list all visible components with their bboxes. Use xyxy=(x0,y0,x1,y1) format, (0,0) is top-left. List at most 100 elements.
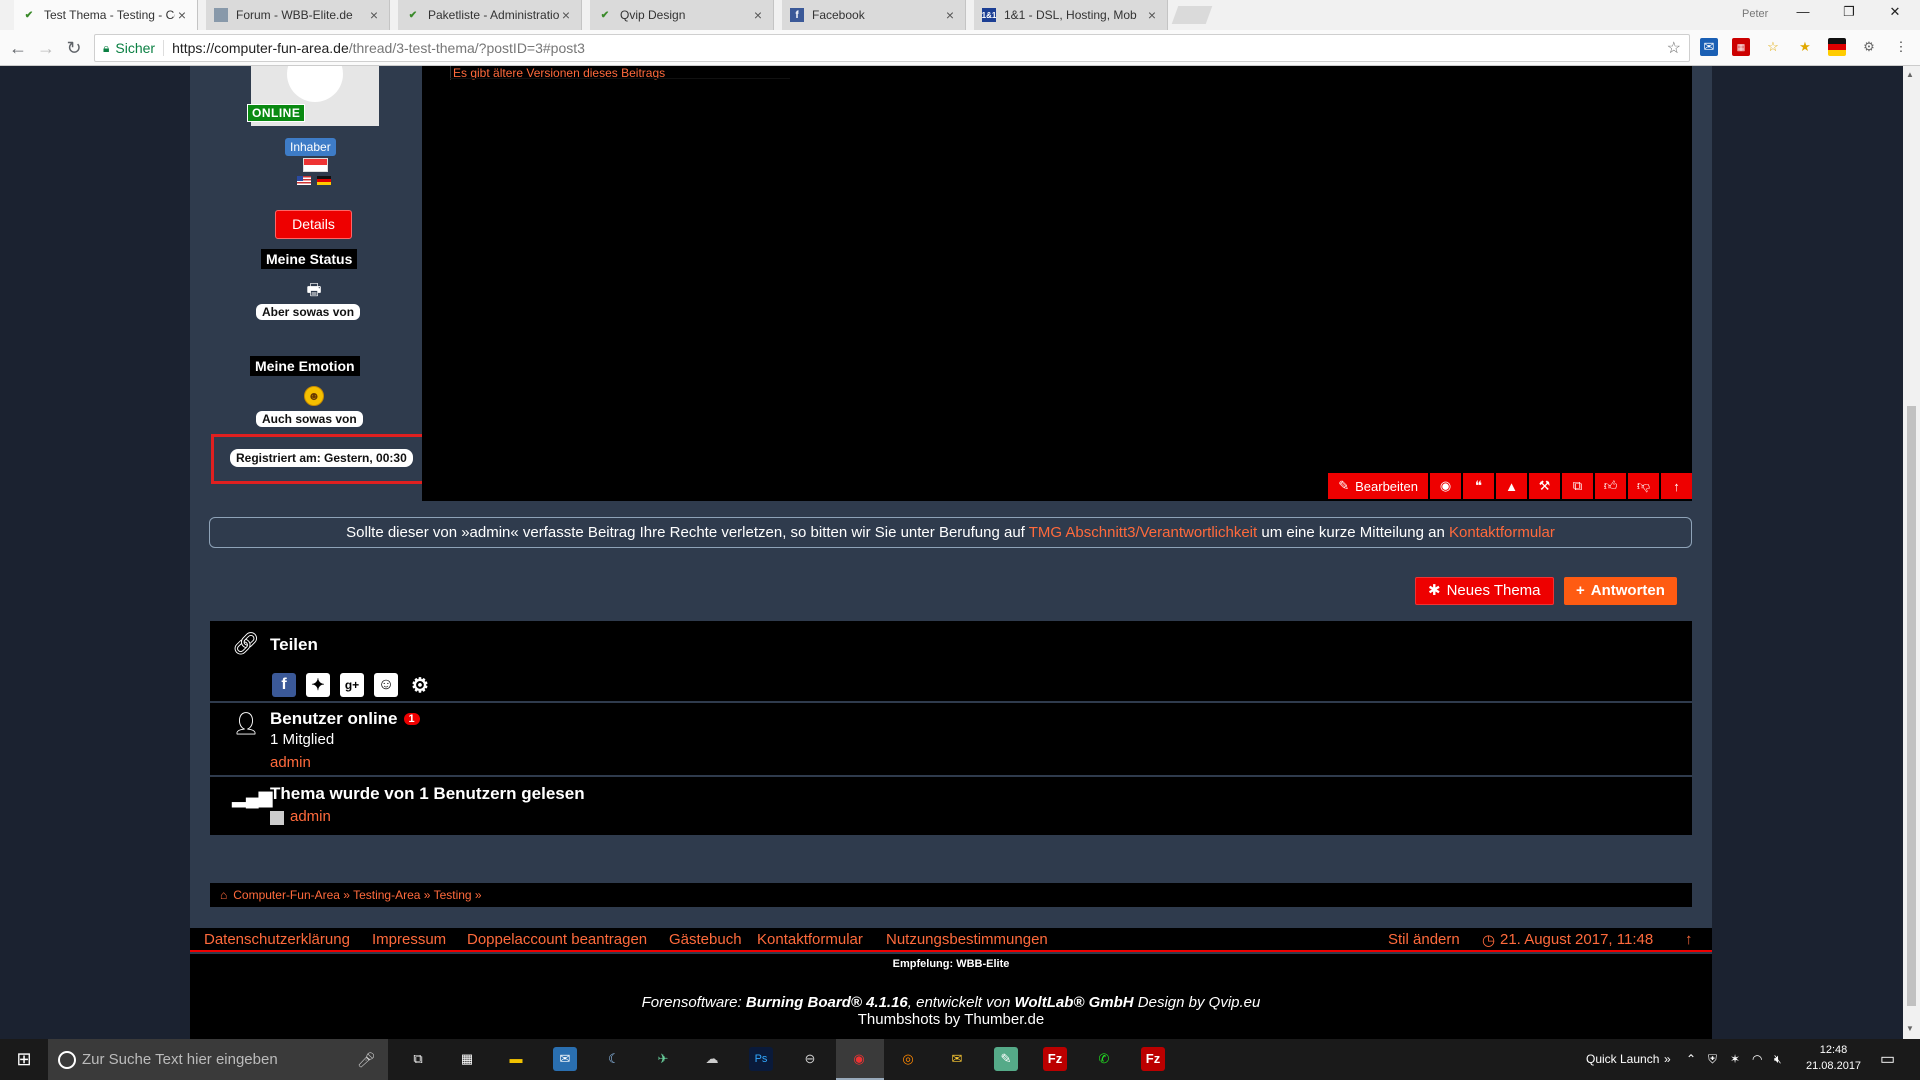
favorites-extension-icon[interactable]: ☆ xyxy=(1764,38,1782,56)
scroll-top-arrow-icon[interactable]: ↑ xyxy=(1685,931,1693,948)
close-tab-icon[interactable]: × xyxy=(751,7,765,23)
chrome-icon[interactable]: ◉ xyxy=(847,1047,871,1071)
wifi-icon[interactable]: ◠ xyxy=(1752,1039,1762,1080)
new-tab-button[interactable] xyxy=(1171,6,1213,24)
star-extension-icon[interactable]: ★ xyxy=(1796,38,1814,56)
secure-label[interactable]: Sicher xyxy=(115,40,165,56)
google-plus-icon[interactable]: g+ xyxy=(340,673,364,697)
tab-facebook[interactable]: f Facebook × xyxy=(782,0,966,30)
quick-launch-label[interactable]: Quick Launch xyxy=(1586,1039,1659,1080)
address-bar[interactable]: 🔒︎ Sicher https://computer-fun-area.de /… xyxy=(94,34,1690,62)
imprint-link[interactable]: Impressum xyxy=(372,931,446,948)
tab-qvip-design[interactable]: ✔ Qvip Design × xyxy=(590,0,774,30)
tab-test-thema[interactable]: ✔ Test Thema - Testing - Co × xyxy=(14,0,198,30)
privacy-link[interactable]: Datenschutzerklärung xyxy=(204,931,350,948)
close-tab-icon[interactable]: × xyxy=(559,7,573,23)
quote-icon[interactable]: ❝ xyxy=(1463,473,1494,499)
details-button[interactable]: Details xyxy=(275,210,352,239)
task-view-icon[interactable]: ⧉ xyxy=(406,1047,430,1071)
edit-button[interactable]: ✎ Bearbeiten xyxy=(1328,473,1428,499)
photoshop-icon[interactable]: Ps xyxy=(749,1047,773,1071)
software-name[interactable]: Burning Board® 4.1.16 xyxy=(746,994,908,1011)
scroll-down-icon[interactable]: ▼ xyxy=(1906,1024,1914,1033)
taskbar-search[interactable]: Zur Suche Text hier eingeben 🎤︎ xyxy=(48,1039,388,1080)
windows-start-icon[interactable]: ⊞ xyxy=(0,1039,48,1080)
tmg-link[interactable]: TMG Abschnitt3/Verantwortlichkeit xyxy=(1029,524,1257,541)
pinned-app-icon[interactable]: ☾ xyxy=(602,1047,626,1071)
bookmark-star-icon[interactable]: ☆ xyxy=(1667,38,1681,58)
minimize-icon[interactable]: — xyxy=(1780,4,1826,19)
report-warning-icon[interactable]: ▲ xyxy=(1496,473,1527,499)
tab-forum-wbb-elite[interactable]: Forum - WBB-Elite.de × xyxy=(206,0,390,30)
adblock-extension-icon[interactable]: ▦ xyxy=(1732,38,1750,56)
close-tab-icon[interactable]: × xyxy=(367,7,381,23)
breadcrumb-links[interactable]: Computer-Fun-Area » Testing-Area » Testi… xyxy=(233,888,481,902)
firefox-icon[interactable]: ◎ xyxy=(896,1047,920,1071)
ip-address-icon[interactable]: ◉ xyxy=(1430,473,1461,499)
reply-button[interactable]: + Antworten xyxy=(1564,577,1677,605)
reload-icon[interactable]: ↻ xyxy=(62,36,86,60)
mail-extension-icon[interactable]: ✉ xyxy=(1700,38,1718,56)
pinned-app-icon[interactable]: ✉ xyxy=(945,1047,969,1071)
terms-link[interactable]: Nutzungsbestimmungen xyxy=(886,931,1048,948)
system-clock[interactable]: 12:48 21.08.2017 xyxy=(1806,1042,1861,1074)
home-icon[interactable]: ⌂ xyxy=(220,888,227,902)
style-change-link[interactable]: Stil ändern xyxy=(1388,931,1460,948)
back-icon[interactable]: ← xyxy=(6,36,30,60)
guestbook-link[interactable]: Gästebuch xyxy=(669,931,742,948)
forward-icon[interactable]: → xyxy=(34,36,58,60)
design-credit[interactable]: Design by Qvip.eu xyxy=(1138,994,1261,1011)
tray-app-icon[interactable]: ✶ xyxy=(1730,1039,1740,1080)
copy-icon[interactable]: ⧉ xyxy=(1562,473,1593,499)
contact-link[interactable]: Kontaktformular xyxy=(757,931,863,948)
shield-icon[interactable]: ⛨ xyxy=(1708,1039,1717,1080)
close-tab-icon[interactable]: × xyxy=(943,7,957,23)
page-scrollbar[interactable]: ▲ ▼ xyxy=(1903,66,1920,1039)
software-vendor[interactable]: WoltLab® GmbH xyxy=(1015,994,1134,1011)
filezilla-icon[interactable]: Fz xyxy=(1043,1047,1067,1071)
online-user-link[interactable]: admin xyxy=(270,754,311,771)
whatsapp-icon[interactable]: ✆ xyxy=(1092,1047,1116,1071)
moderation-hammer-icon[interactable]: ⚒ xyxy=(1529,473,1560,499)
tray-expand-icon[interactable]: ⌃ xyxy=(1686,1039,1696,1080)
divider xyxy=(450,78,790,79)
tab-1und1[interactable]: 1&1 1&1 - DSL, Hosting, Mob × xyxy=(974,0,1168,30)
calculator-icon[interactable]: ▦ xyxy=(455,1047,479,1071)
filezilla-icon[interactable]: Fz xyxy=(1141,1047,1165,1071)
microphone-icon[interactable]: 🎤︎ xyxy=(357,1051,376,1069)
footer: Empfelung: WBB-Elite Forensoftware: Burn… xyxy=(190,954,1712,1039)
read-by-user-link[interactable]: admin xyxy=(290,808,331,825)
new-thread-button[interactable]: ✱ Neues Thema xyxy=(1415,577,1554,605)
reddit-icon[interactable]: ☺ xyxy=(374,673,398,697)
language-extension-icon[interactable] xyxy=(1828,38,1846,56)
pinned-app-icon[interactable]: ✈ xyxy=(651,1047,675,1071)
pinned-app-icon[interactable]: ☁ xyxy=(700,1047,724,1071)
close-tab-icon[interactable]: × xyxy=(1145,7,1159,23)
dislike-icon[interactable]: 👎︎ xyxy=(1628,473,1659,499)
tab-paketliste[interactable]: ✔ Paketliste - Administratio × xyxy=(398,0,582,30)
user-icon: 👤︎ xyxy=(232,711,260,736)
menu-icon[interactable]: ⋮ xyxy=(1892,38,1910,56)
restore-icon[interactable]: ❐ xyxy=(1826,4,1872,20)
notepad-icon[interactable]: ✎ xyxy=(994,1047,1018,1071)
scrollbar-thumb[interactable] xyxy=(1907,406,1916,1006)
volume-muted-icon[interactable]: 🔇︎ xyxy=(1774,1039,1782,1080)
scroll-up-icon[interactable]: ▲ xyxy=(1906,70,1914,79)
like-icon[interactable]: 👍︎ xyxy=(1595,473,1626,499)
pinned-app-icon[interactable]: ⊖ xyxy=(798,1047,822,1071)
gear-icon[interactable]: ⚙ xyxy=(408,673,432,697)
profile-name[interactable]: Peter xyxy=(1742,8,1768,20)
facebook-icon[interactable]: f xyxy=(272,673,296,697)
settings-extension-icon[interactable]: ⚙ xyxy=(1860,38,1878,56)
double-account-link[interactable]: Doppelaccount beantragen xyxy=(467,931,647,948)
close-window-icon[interactable]: ✕ xyxy=(1872,4,1918,20)
action-center-icon[interactable]: ▭ xyxy=(1880,1039,1895,1080)
mail-app-icon[interactable]: ✉ xyxy=(553,1047,577,1071)
twitter-icon[interactable]: ✦ xyxy=(306,673,330,697)
close-tab-icon[interactable]: × xyxy=(175,7,189,23)
file-explorer-icon[interactable]: ▬ xyxy=(504,1047,528,1071)
contact-form-link[interactable]: Kontaktformular xyxy=(1449,524,1555,541)
quick-launch-chevron-icon[interactable]: » xyxy=(1664,1039,1671,1080)
scroll-top-icon[interactable]: ↑ xyxy=(1661,473,1692,499)
social-buttons: f ✦ g+ ☺ ⚙ xyxy=(272,673,432,697)
